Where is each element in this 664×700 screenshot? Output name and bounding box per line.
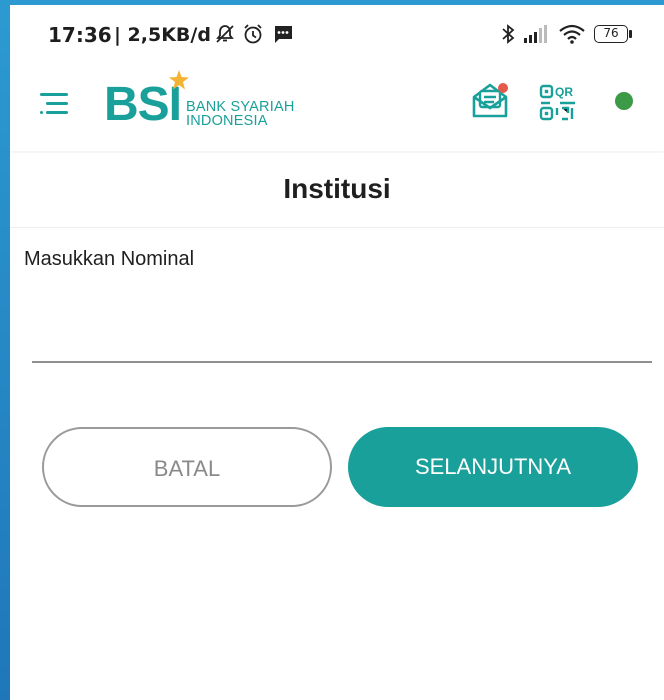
qr-code-icon[interactable]: QR: [538, 83, 578, 121]
battery-tip: [629, 30, 632, 38]
status-dot: [615, 92, 633, 110]
amount-input[interactable]: [32, 305, 652, 363]
next-button[interactable]: SELANJUTNYA: [348, 427, 638, 507]
signal-icon: [524, 25, 547, 43]
status-bar: 17:36 | 2,5KB/d 76: [10, 5, 664, 61]
inbox-icon[interactable]: [470, 81, 510, 121]
page-title: Institusi: [283, 173, 391, 204]
amount-label: Masukkan Nominal: [24, 248, 195, 270]
wifi-icon: [559, 24, 585, 44]
svg-text:QR: QR: [555, 85, 573, 99]
bsi-logo: BSI BANK SYARIAH INDONESIA: [104, 69, 304, 131]
phone-screen: 17:36 | 2,5KB/d 76 BSI BANK SYARIAH INDO…: [10, 5, 664, 700]
notification-off-icon: [216, 25, 234, 43]
alarm-icon: [244, 24, 262, 44]
status-network-speed: | 2,5KB/d: [114, 24, 211, 46]
logo-star-icon: [169, 70, 189, 90]
app-header: BSI BANK SYARIAH INDONESIA QR: [10, 61, 664, 151]
page-title-bar: Institusi: [10, 153, 664, 228]
logo-line-2: INDONESIA: [186, 113, 268, 129]
menu-icon[interactable]: [38, 89, 74, 117]
message-icon: [274, 26, 292, 43]
battery-icon: 76: [594, 25, 628, 43]
cancel-button[interactable]: BATAL: [42, 427, 332, 507]
bluetooth-icon: [502, 24, 515, 44]
status-time: 17:36: [48, 23, 112, 47]
battery-level: 76: [603, 26, 619, 40]
